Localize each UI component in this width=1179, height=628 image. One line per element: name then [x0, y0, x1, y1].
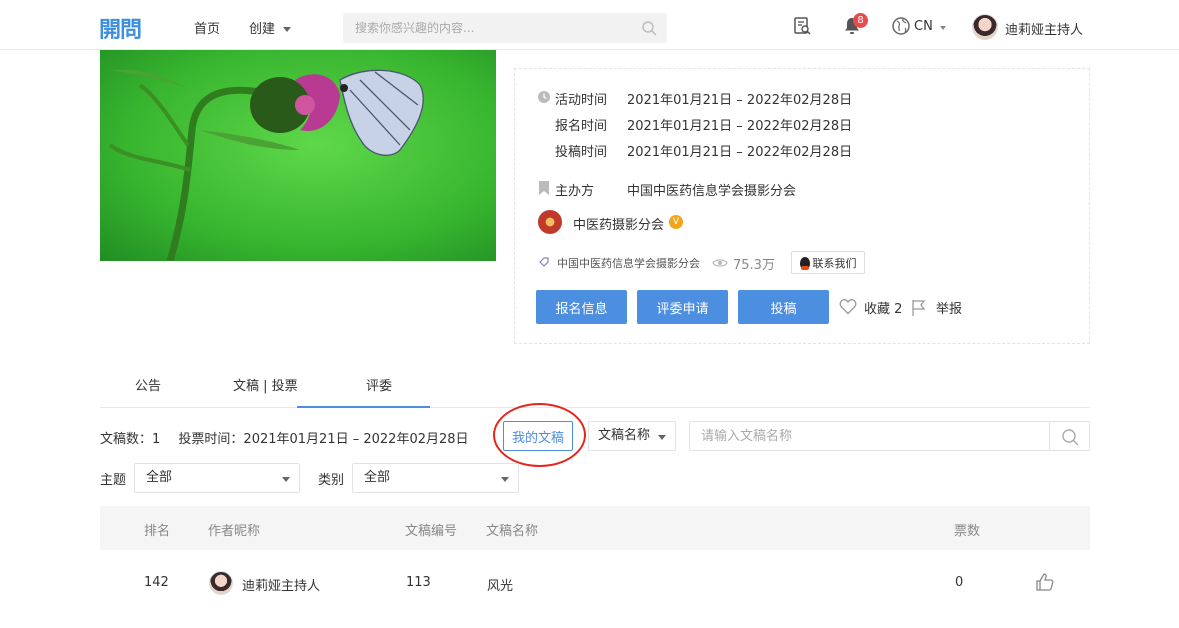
view-count: 75.3万 — [733, 258, 775, 273]
tag-icon — [539, 257, 549, 267]
nav-home-link[interactable]: 首页 — [194, 18, 220, 37]
submit-time-value: 2021年01月21日 – 2022年02月28日 — [627, 145, 853, 160]
global-search-input[interactable] — [343, 13, 613, 43]
table-row[interactable]: 142 迪莉娅主持人 113 风光 0 — [100, 560, 1090, 606]
tab-announcement[interactable]: 公告 — [135, 375, 161, 394]
notification-badge: 8 — [853, 13, 868, 28]
row-rank: 142 — [144, 575, 169, 590]
activity-info-panel: 活动时间 2021年01月21日 – 2022年02月28日 报名时间 2021年0… — [514, 68, 1090, 344]
verified-icon: V — [669, 215, 683, 229]
activity-time-row: 活动时间 2021年01月21日 – 2022年02月28日 — [555, 89, 852, 108]
row-votes: 0 — [955, 575, 964, 590]
signup-time-row: 报名时间 2021年01月21日 – 2022年02月28日 — [555, 115, 852, 134]
chevron-down-icon — [658, 435, 666, 440]
global-search — [343, 13, 667, 43]
submit-time-label: 投稿时间 — [555, 145, 608, 160]
column-votes: 票数 — [954, 524, 981, 539]
submit-time-row: 投稿时间 2021年01月21日 – 2022年02月28日 — [555, 141, 852, 160]
theme-label: 主题 — [100, 473, 127, 488]
ranking-table-header: 排名 作者昵称 文稿编号 文稿名称 票数 — [100, 506, 1090, 550]
signup-time-value: 2021年01月21日 – 2022年02月28日 — [627, 119, 853, 134]
document-search-icon[interactable] — [792, 16, 812, 36]
theme-value: 全部 — [146, 470, 173, 485]
organizer-value: 中国中医药信息学会摄影分会 — [627, 184, 797, 199]
submission-meta: 文稿数：1 投票时间：2021年01月21日 – 2022年02月28日 — [100, 428, 469, 447]
category-select[interactable]: 全部 — [352, 463, 519, 493]
site-logo[interactable]: 開問 — [99, 12, 142, 44]
globe-icon[interactable] — [891, 16, 911, 36]
report-button[interactable]: 举报 — [936, 298, 962, 317]
avatar[interactable] — [209, 571, 233, 595]
row-title[interactable]: 风光 — [487, 575, 513, 594]
activity-cover-image — [100, 50, 496, 261]
organizer-label: 主办方 — [555, 184, 595, 199]
search-field-value: 文稿名称 — [598, 428, 651, 443]
organization-account-name[interactable]: 中医药摄影分会 — [573, 214, 664, 233]
row-number: 113 — [406, 575, 431, 590]
category-label: 类别 — [318, 473, 345, 488]
column-rank: 排名 — [144, 524, 171, 539]
eye-icon — [712, 259, 728, 267]
username[interactable]: 迪莉娅主持人 — [1005, 19, 1083, 38]
my-submissions-button[interactable]: 我的文稿 — [503, 421, 573, 451]
column-author: 作者昵称 — [208, 524, 261, 539]
tab-judges[interactable]: 评委 — [366, 375, 392, 394]
favorite-button[interactable]: 收藏 2 — [864, 298, 902, 317]
tab-submissions-votes[interactable]: 文稿 | 投票 — [233, 375, 298, 394]
signup-info-button[interactable]: 报名信息 — [536, 290, 627, 324]
activity-time-label: 活动时间 — [555, 93, 608, 108]
divider — [1049, 422, 1050, 450]
contact-us-button[interactable]: 联系我们 — [791, 251, 865, 274]
search-field-select[interactable]: 文稿名称 — [588, 421, 676, 451]
signup-time-label: 报名时间 — [555, 119, 608, 134]
column-title: 文稿名称 — [486, 524, 539, 539]
organization-logo[interactable] — [538, 210, 562, 234]
content-tabs: 公告 文稿 | 投票 评委 — [100, 372, 1090, 408]
contact-us-label: 联系我们 — [812, 256, 857, 270]
nav-create-menu[interactable]: 创建 — [249, 18, 292, 37]
theme-select[interactable]: 全部 — [134, 463, 300, 493]
flag-icon[interactable] — [911, 299, 927, 316]
butterfly-on-thistle-photo — [100, 50, 496, 261]
language-selector[interactable]: CN — [914, 19, 933, 34]
chevron-down-icon — [283, 27, 292, 32]
top-navigation-bar: 開問 首页 创建 8 CN 迪莉娅主持人 — [0, 0, 1179, 50]
judge-apply-button[interactable]: 评委申请 — [637, 290, 728, 324]
avatar[interactable] — [972, 14, 998, 40]
bookmark-icon — [539, 181, 549, 195]
submission-search — [689, 421, 1090, 451]
category-value: 全部 — [364, 470, 391, 485]
row-author[interactable]: 迪莉娅主持人 — [242, 575, 320, 594]
organization-tag[interactable]: 中国中医药信息学会摄影分会 — [557, 255, 700, 271]
chevron-down-icon — [282, 477, 290, 482]
qq-icon — [799, 256, 810, 270]
vote-time: 投票时间：2021年01月21日 – 2022年02月28日 — [178, 432, 469, 447]
active-tab-indicator — [297, 406, 430, 408]
thumbs-up-icon[interactable] — [1035, 572, 1055, 592]
organizer-row: 主办方 中国中医药信息学会摄影分会 — [555, 180, 796, 199]
column-number: 文稿编号 — [405, 524, 458, 539]
submission-search-input[interactable] — [690, 422, 1040, 450]
submit-entry-button[interactable]: 投稿 — [738, 290, 829, 324]
chevron-down-icon — [940, 26, 946, 30]
search-icon[interactable] — [1061, 428, 1079, 446]
activity-time-value: 2021年01月21日 – 2022年02月28日 — [627, 93, 853, 108]
clock-icon — [538, 91, 550, 103]
chevron-down-icon — [501, 477, 509, 482]
heart-icon[interactable] — [839, 298, 857, 315]
nav-create-label: 创建 — [249, 22, 276, 37]
submission-count: 文稿数：1 — [100, 432, 161, 447]
search-icon[interactable] — [641, 20, 657, 36]
